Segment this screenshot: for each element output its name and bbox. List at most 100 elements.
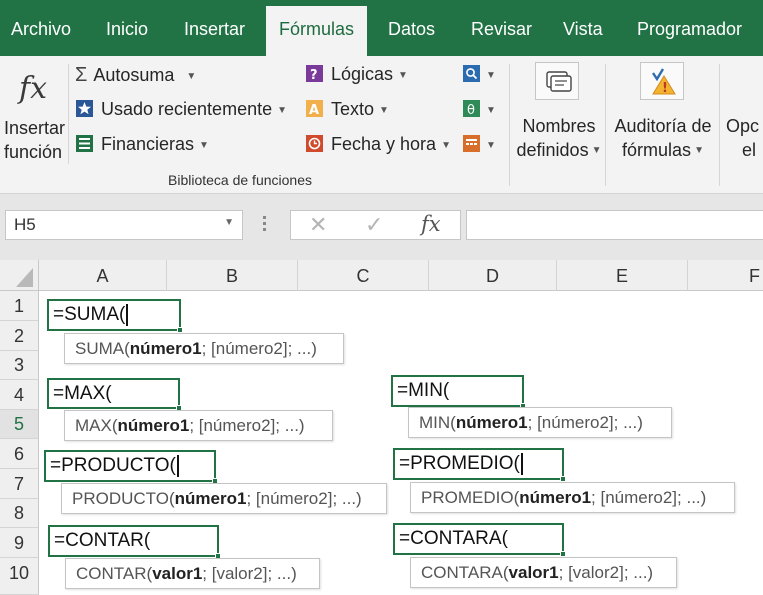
insert-function-button[interactable]: fx Insertar función <box>0 56 68 168</box>
lookup-reference-button[interactable]: ▼ <box>462 64 496 85</box>
cancel-icon[interactable]: ✕ <box>309 212 327 238</box>
row-header-10[interactable]: 10 <box>0 558 39 595</box>
chevron-down-icon[interactable]: ▼ <box>224 217 234 228</box>
svg-text:A: A <box>309 103 319 118</box>
financial-button[interactable]: Financieras ▼ <box>75 134 209 155</box>
drag-handle-icon[interactable] <box>262 215 268 235</box>
autosum-button[interactable]: Σ Autosuma ▼ <box>75 64 196 87</box>
column-header-b[interactable]: B <box>167 260 298 291</box>
tab-revisar[interactable]: Revisar <box>471 0 532 56</box>
more-functions-book-icon <box>463 135 480 152</box>
name-box[interactable]: H5 ▼ <box>5 210 243 240</box>
tab-archivo[interactable]: Archivo <box>11 0 71 56</box>
tooltip-arg1: número1 <box>174 489 247 508</box>
defined-names-label-2: definidos <box>516 140 589 160</box>
tooltip-rest: ; [valor2]; ...) <box>558 563 654 582</box>
function-tooltip-min[interactable]: MIN(número1; [número2]; ...) <box>408 407 672 438</box>
function-tooltip-producto[interactable]: PRODUCTO(número1; [número2]; ...) <box>61 483 387 514</box>
audit-warning-icon: ! <box>640 62 684 100</box>
fx-icon: fx <box>17 71 47 106</box>
tab-inicio[interactable]: Inicio <box>106 0 148 56</box>
svg-text:!: ! <box>662 81 668 96</box>
tooltip-function-name: SUMA <box>75 339 125 358</box>
formula-cell-contar[interactable]: =CONTAR( <box>48 525 221 559</box>
enter-icon[interactable]: ✓ <box>365 212 383 238</box>
formula-cell-contara[interactable]: =CONTARA( <box>393 523 566 557</box>
chevron-down-icon: ▼ <box>591 145 602 157</box>
text-cursor <box>176 454 179 477</box>
formula-cell-promedio[interactable]: =PROMEDIO( <box>393 448 566 482</box>
formula-text: =SUMA( <box>53 304 126 325</box>
column-header-e[interactable]: E <box>557 260 688 291</box>
row-header-5[interactable]: 5 <box>0 410 39 439</box>
clock-book-icon <box>306 135 323 152</box>
chevron-down-icon: ▼ <box>486 104 496 116</box>
function-tooltip-contara[interactable]: CONTARA(valor1; [valor2]; ...) <box>410 557 677 588</box>
name-manager-icon <box>535 62 579 100</box>
formula-cell-max[interactable]: =MAX( <box>47 378 182 411</box>
datetime-label: Fecha y hora <box>331 134 437 154</box>
chevron-down-icon: ▼ <box>486 139 496 151</box>
tooltip-function-name: MAX <box>75 416 112 435</box>
datetime-button[interactable]: Fecha y hora ▼ <box>305 134 451 155</box>
options-label-1: Opc <box>726 116 760 136</box>
more-functions-button[interactable]: ▼ <box>462 134 496 155</box>
row-header-1[interactable]: 1 <box>0 291 39 321</box>
autosum-label: Autosuma <box>93 65 175 85</box>
formula-cell-suma[interactable]: =SUMA( <box>47 299 183 333</box>
formula-bar-buttons: ✕ ✓ fx <box>290 210 461 240</box>
row-header-2[interactable]: 2 <box>0 321 39 351</box>
tab-insertar[interactable]: Insertar <box>184 0 245 56</box>
svg-text:?: ? <box>310 68 318 83</box>
insert-function-label-2: función <box>4 142 63 162</box>
column-header-a[interactable]: A <box>39 260 167 291</box>
tooltip-rest: ; [valor2]; ...) <box>202 564 297 583</box>
column-header-c[interactable]: C <box>298 260 429 291</box>
svg-text:θ: θ <box>467 103 475 118</box>
row-header-9[interactable]: 9 <box>0 528 39 558</box>
tooltip-function-name: MIN <box>419 413 451 432</box>
formula-auditing-button[interactable]: ! Auditoría de fórmulas ▼ <box>606 56 718 168</box>
formula-input[interactable] <box>466 210 763 240</box>
column-header-d[interactable]: D <box>429 260 557 291</box>
row-header-7[interactable]: 7 <box>0 469 39 499</box>
svg-text:fx: fx <box>17 71 47 106</box>
row-header-3[interactable]: 3 <box>0 351 39 380</box>
column-header-f[interactable]: F <box>688 260 763 291</box>
logical-button[interactable]: ? Lógicas ▼ <box>305 64 408 85</box>
calculation-options-button[interactable]: Opc el <box>722 114 763 168</box>
logical-book-icon: ? <box>306 65 323 83</box>
recent-functions-button[interactable]: Usado recientemente ▼ <box>75 99 287 120</box>
insert-function-icon[interactable]: fx <box>421 212 441 236</box>
name-box-value: H5 <box>14 215 36 234</box>
divider <box>719 64 720 186</box>
tooltip-arg1: valor1 <box>508 563 559 582</box>
financial-label: Financieras <box>101 134 195 154</box>
function-tooltip-contar[interactable]: CONTAR(valor1; [valor2]; ...) <box>65 558 320 589</box>
function-tooltip-suma[interactable]: SUMA(número1; [número2]; ...) <box>64 333 344 364</box>
tab-formulas[interactable]: Fórmulas <box>266 6 368 56</box>
tab-vista[interactable]: Vista <box>563 0 603 56</box>
tab-programador[interactable]: Programador <box>637 0 742 56</box>
worksheet-grid[interactable]: A B C D E F 1 2 3 4 5 6 7 8 9 10 =SUMA( … <box>0 260 763 595</box>
math-trig-button[interactable]: θ ▼ <box>462 99 496 120</box>
text-label: Texto <box>331 99 375 119</box>
function-tooltip-promedio[interactable]: PROMEDIO(número1; [número2]; ...) <box>410 482 735 513</box>
tooltip-arg1: número1 <box>455 413 528 432</box>
chevron-down-icon: ▼ <box>277 104 288 116</box>
row-header-4[interactable]: 4 <box>0 380 39 410</box>
formula-bar: H5 ▼ ✕ ✓ fx <box>0 194 763 260</box>
tab-datos[interactable]: Datos <box>388 0 435 56</box>
function-tooltip-max[interactable]: MAX(número1; [número2]; ...) <box>64 410 333 441</box>
formula-cell-producto[interactable]: =PRODUCTO( <box>44 450 218 484</box>
defined-names-button[interactable]: Nombres definidos ▼ <box>510 56 605 168</box>
tooltip-function-name: PROMEDIO <box>421 488 514 507</box>
formula-cell-min[interactable]: =MIN( <box>391 375 526 409</box>
options-label-2: el <box>742 140 757 160</box>
row-header-8[interactable]: 8 <box>0 499 39 528</box>
row-header-6[interactable]: 6 <box>0 439 39 469</box>
tooltip-arg1: valor1 <box>152 564 203 583</box>
text-functions-button[interactable]: A Texto ▼ <box>305 99 389 120</box>
tooltip-function-name: CONTARA <box>421 563 503 582</box>
select-all-corner[interactable] <box>0 260 39 291</box>
